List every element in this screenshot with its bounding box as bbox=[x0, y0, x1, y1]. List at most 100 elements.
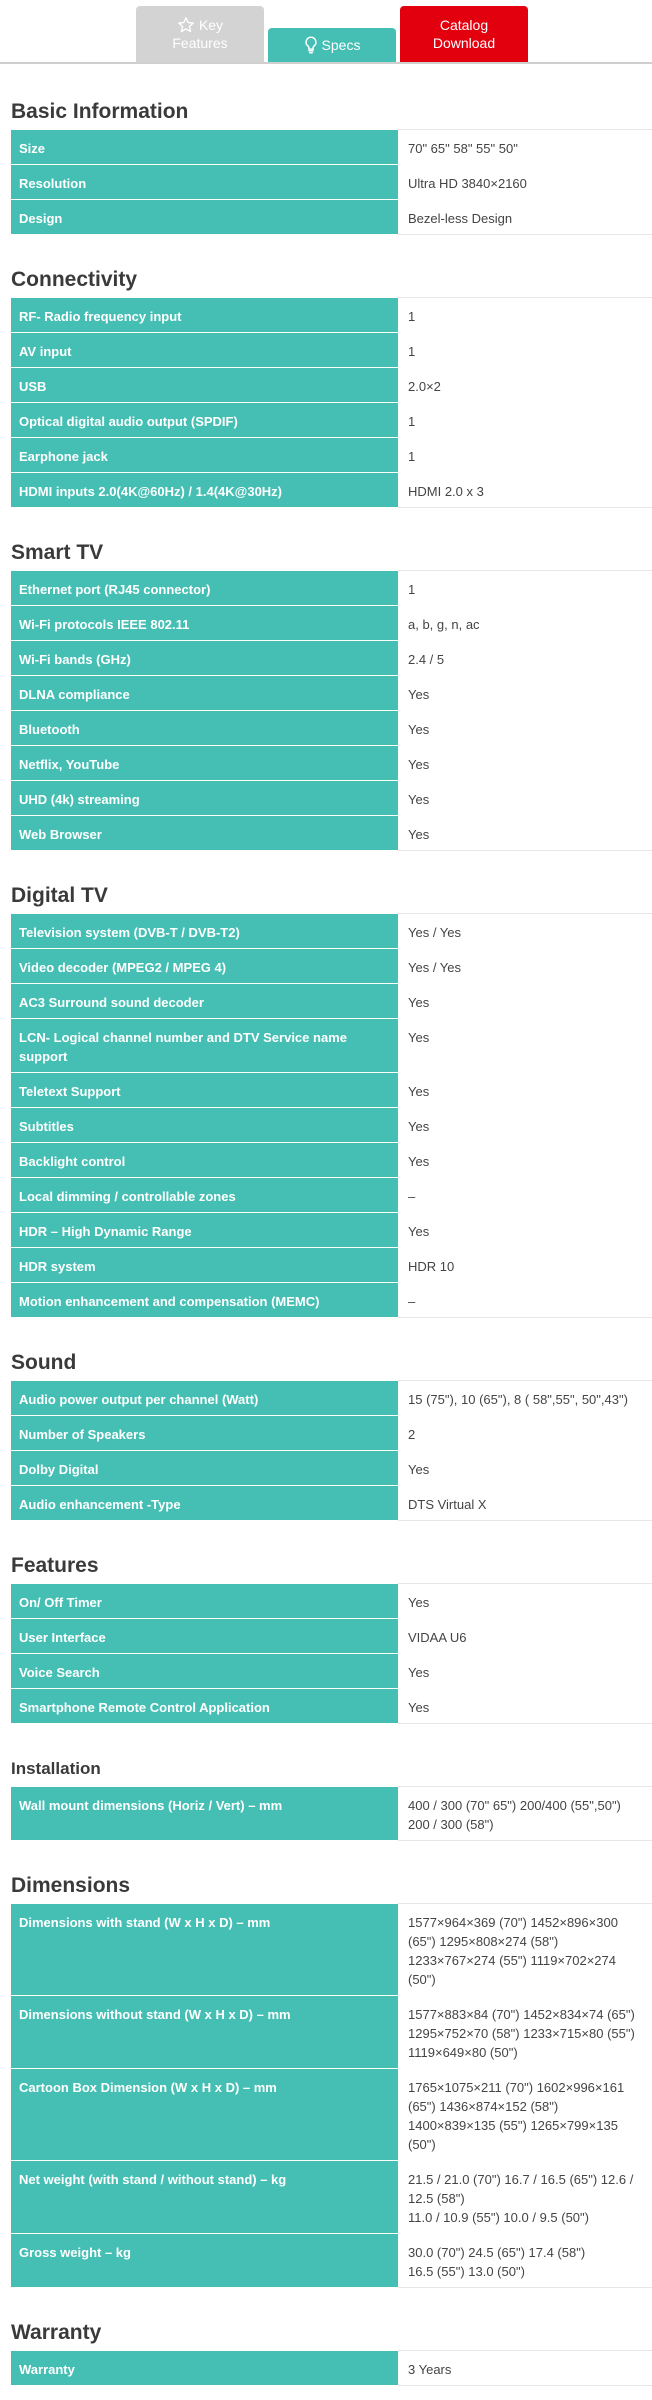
spec-value: 1 bbox=[398, 402, 652, 438]
spec-label: Audio enhancement -Type bbox=[11, 1485, 398, 1521]
spec-label: Resolution bbox=[11, 164, 398, 200]
spec-label: Gross weight – kg bbox=[11, 2233, 398, 2288]
section-title: Warranty bbox=[11, 2321, 102, 2344]
spec-row: Warranty 3 Years bbox=[11, 2350, 652, 2386]
spec-label: LCN- Logical channel number and DTV Serv… bbox=[11, 1018, 398, 1073]
section-title: Features bbox=[11, 1554, 99, 1577]
lightbulb-icon bbox=[304, 36, 318, 54]
spec-value: 1 bbox=[398, 437, 652, 473]
spec-label: Warranty bbox=[11, 2350, 398, 2386]
spec-row: Teletext Support Yes bbox=[11, 1072, 652, 1108]
spec-table: Ethernet port (RJ45 connector) 1 Wi-Fi pro… bbox=[11, 570, 652, 851]
section-title: Digital TV bbox=[11, 884, 108, 907]
spec-value: 15 (75"), 10 (65"), 8 ( 58",55", 50",43"… bbox=[398, 1380, 652, 1416]
spec-table: Dimensions with stand (W x H x D) – mm 15… bbox=[11, 1903, 652, 2288]
spec-value: HDMI 2.0 x 3 bbox=[398, 472, 652, 508]
spec-value: 1577×964×369 (70") 1452×896×300 (65") 12… bbox=[398, 1903, 652, 1996]
spec-label: Size bbox=[11, 129, 398, 165]
spec-value: – bbox=[398, 1282, 652, 1318]
spec-label: On/ Off Timer bbox=[11, 1583, 398, 1619]
spec-row: AV input 1 bbox=[11, 332, 652, 368]
spec-row: Wi-Fi protocols IEEE 802.11 a, b, g, n, a… bbox=[11, 605, 652, 641]
spec-label: Number of Speakers bbox=[11, 1415, 398, 1451]
section-title: Basic Information bbox=[11, 100, 189, 123]
spec-label: Backlight control bbox=[11, 1142, 398, 1178]
tab-catalog-download[interactable]: Catalog Download bbox=[400, 6, 528, 62]
spec-value: a, b, g, n, ac bbox=[398, 605, 652, 641]
spec-value: HDR 10 bbox=[398, 1247, 652, 1283]
spec-table: Wall mount dimensions (Horiz / Vert) – m… bbox=[11, 1786, 652, 1841]
spec-row: AC3 Surround sound decoder Yes bbox=[11, 983, 652, 1019]
spec-label: Ethernet port (RJ45 connector) bbox=[11, 570, 398, 606]
spec-value: Yes bbox=[398, 815, 652, 851]
spec-value: 1 bbox=[398, 332, 652, 368]
spec-label: Earphone jack bbox=[11, 437, 398, 473]
spec-row: UHD (4k) streaming Yes bbox=[11, 780, 652, 816]
spec-label: Bluetooth bbox=[11, 710, 398, 746]
spec-row: Dimensions with stand (W x H x D) – mm 15… bbox=[11, 1903, 652, 1996]
spec-row: Size 70" 65" 58" 55" 50" bbox=[11, 129, 652, 165]
spec-label: Dimensions with stand (W x H x D) – mm bbox=[11, 1903, 398, 1996]
spec-label: Dolby Digital bbox=[11, 1450, 398, 1486]
spec-value: 1 bbox=[398, 570, 652, 606]
spec-label: Smartphone Remote Control Application bbox=[11, 1688, 398, 1724]
spec-label: USB bbox=[11, 367, 398, 403]
spec-row: Ethernet port (RJ45 connector) 1 bbox=[11, 570, 652, 606]
spec-value: 2.0×2 bbox=[398, 367, 652, 403]
spec-row: Wi-Fi bands (GHz) 2.4 / 5 bbox=[11, 640, 652, 676]
spec-row: RF- Radio frequency input 1 bbox=[11, 297, 652, 333]
spec-value: Bezel-less Design bbox=[398, 199, 652, 235]
spec-row: Gross weight – kg 30.0 (70") 24.5 (65") 1… bbox=[11, 2233, 652, 2288]
spec-table: RF- Radio frequency input 1 AV input 1 USB 2.… bbox=[11, 297, 652, 508]
spec-label: Video decoder (MPEG2 / MPEG 4) bbox=[11, 948, 398, 984]
spec-label: Voice Search bbox=[11, 1653, 398, 1689]
spec-value: Yes / Yes bbox=[398, 948, 652, 984]
spec-row: Television system (DVB-T / DVB-T2) Yes / … bbox=[11, 913, 652, 949]
tab-bar: Key Features Specs Catalog Download bbox=[0, 0, 652, 64]
spec-label: Web Browser bbox=[11, 815, 398, 851]
spec-row: Motion enhancement and compensation (MEM… bbox=[11, 1282, 652, 1318]
section-title: Sound bbox=[11, 1351, 77, 1374]
spec-value: 2 bbox=[398, 1415, 652, 1451]
spec-value: Yes bbox=[398, 675, 652, 711]
spec-value: 30.0 (70") 24.5 (65") 17.4 (58") 16.5 (55… bbox=[398, 2233, 652, 2288]
spec-row: HDR system HDR 10 bbox=[11, 1247, 652, 1283]
spec-row: Audio power output per channel (Watt) 15 … bbox=[11, 1380, 652, 1416]
spec-row: Smartphone Remote Control Application Yes bbox=[11, 1688, 652, 1724]
spec-label: Motion enhancement and compensation (MEM… bbox=[11, 1282, 398, 1318]
section-title: Smart TV bbox=[11, 541, 104, 564]
spec-label: Design bbox=[11, 199, 398, 235]
spec-row: DLNA compliance Yes bbox=[11, 675, 652, 711]
section-title: Connectivity bbox=[11, 268, 138, 291]
spec-label: Optical digital audio output (SPDIF) bbox=[11, 402, 398, 438]
spec-row: User Interface VIDAA U6 bbox=[11, 1618, 652, 1654]
spec-row: Dolby Digital Yes bbox=[11, 1450, 652, 1486]
spec-label: AV input bbox=[11, 332, 398, 368]
spec-value: 21.5 / 21.0 (70") 16.7 / 16.5 (65") 12.6… bbox=[398, 2160, 652, 2234]
spec-label: DLNA compliance bbox=[11, 675, 398, 711]
section-title: Dimensions bbox=[11, 1874, 131, 1897]
specs-sections: Basic Information Size 70" 65" 58" 55" 50"… bbox=[0, 64, 652, 2386]
spec-table: Audio power output per channel (Watt) 15 … bbox=[11, 1380, 652, 1521]
spec-row: Netflix, YouTube Yes bbox=[11, 745, 652, 781]
spec-label: Wi-Fi bands (GHz) bbox=[11, 640, 398, 676]
spec-table: Warranty 3 Years bbox=[11, 2350, 652, 2386]
spec-value: 1 bbox=[398, 297, 652, 333]
spec-value: Yes / Yes bbox=[398, 913, 652, 949]
spec-table: On/ Off Timer Yes User Interface VIDAA U6 Vo… bbox=[11, 1583, 652, 1724]
spec-label: Wall mount dimensions (Horiz / Vert) – m… bbox=[11, 1786, 398, 1841]
tab-key-features[interactable]: Key Features bbox=[136, 6, 264, 62]
section-title: Installation bbox=[11, 1759, 101, 1778]
spec-label: AC3 Surround sound decoder bbox=[11, 983, 398, 1019]
spec-row: Voice Search Yes bbox=[11, 1653, 652, 1689]
spec-value: Yes bbox=[398, 780, 652, 816]
spec-row: Web Browser Yes bbox=[11, 815, 652, 851]
tab-key-features-line1: Key bbox=[198, 17, 224, 33]
spec-label: HDR – High Dynamic Range bbox=[11, 1212, 398, 1248]
spec-row: HDMI inputs 2.0(4K@60Hz) / 1.4(4K@30Hz) H… bbox=[11, 472, 652, 508]
tab-specs[interactable]: Specs bbox=[268, 28, 396, 62]
spec-row: Subtitles Yes bbox=[11, 1107, 652, 1143]
spec-value: Yes bbox=[398, 1688, 652, 1724]
spec-label: Dimensions without stand (W x H x D) – m… bbox=[11, 1995, 398, 2069]
spec-label: Net weight (with stand / without stand) … bbox=[11, 2160, 398, 2234]
